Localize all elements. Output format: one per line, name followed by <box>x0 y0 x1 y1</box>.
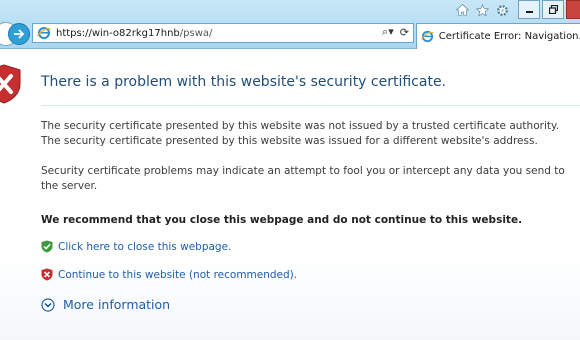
error-shield-icon <box>0 64 22 104</box>
issue-untrusted-authority: The security certificate presented by th… <box>41 120 560 132</box>
address-tools: ⌕▾ ⟳ <box>382 25 409 39</box>
url-text[interactable]: https://win-o82rkg17hnb/pswa/ <box>56 28 212 39</box>
page-title: There is a problem with this website's s… <box>41 74 447 90</box>
url-path: /pswa/ <box>179 27 213 39</box>
search-dropdown-icon[interactable]: ⌕▾ <box>382 25 394 39</box>
more-information-toggle[interactable]: More information <box>41 297 170 312</box>
certificate-issue-text: The security certificate presented by th… <box>41 119 573 149</box>
refresh-icon[interactable]: ⟳ <box>400 26 409 39</box>
favorites-star-icon[interactable] <box>474 3 490 17</box>
ie-favicon-icon <box>36 25 52 41</box>
browser-tab[interactable]: Certificate Error: Navigation... <box>416 23 580 49</box>
issue-address-mismatch: The security certificate presented by th… <box>41 135 538 147</box>
window-controls <box>516 0 580 19</box>
ie-tab-favicon-icon <box>421 30 435 44</box>
forward-arrow-icon[interactable] <box>8 23 30 45</box>
title-divider <box>41 105 580 106</box>
address-bar[interactable]: https://win-o82rkg17hnb/pswa/ ⌕▾ ⟳ <box>32 23 414 43</box>
browser-toolbar: https://win-o82rkg17hnb/pswa/ ⌕▾ ⟳ Certi… <box>0 0 580 49</box>
recommendation-text: We recommend that you close this webpage… <box>41 214 523 226</box>
command-icons <box>454 3 510 17</box>
tools-gear-icon[interactable] <box>494 3 510 17</box>
continue-to-website-link[interactable]: Continue to this website (not recommende… <box>41 268 297 281</box>
red-shield-x-icon <box>41 268 53 281</box>
close-window-icon[interactable] <box>566 0 580 19</box>
dropdown-arrow-icon: ▾ <box>388 25 394 38</box>
warning-text: Security certificate problems may indica… <box>41 165 565 192</box>
home-icon[interactable] <box>454 3 470 17</box>
continue-label: Continue to this website (not recommende… <box>58 268 298 281</box>
close-webpage-link[interactable]: Click here to close this webpage. <box>41 240 231 253</box>
url-host: https://win-o82rkg17hnb <box>56 27 180 39</box>
certificate-error-page: There is a problem with this website's s… <box>0 49 580 340</box>
minimize-icon[interactable] <box>518 0 540 19</box>
expand-chevron-icon <box>41 297 55 312</box>
more-information-label: More information <box>63 297 171 312</box>
close-webpage-label: Click here to close this webpage. <box>58 240 232 253</box>
green-shield-check-icon <box>41 240 53 253</box>
restore-icon[interactable] <box>542 0 564 19</box>
tab-title: Certificate Error: Navigation... <box>438 31 580 42</box>
